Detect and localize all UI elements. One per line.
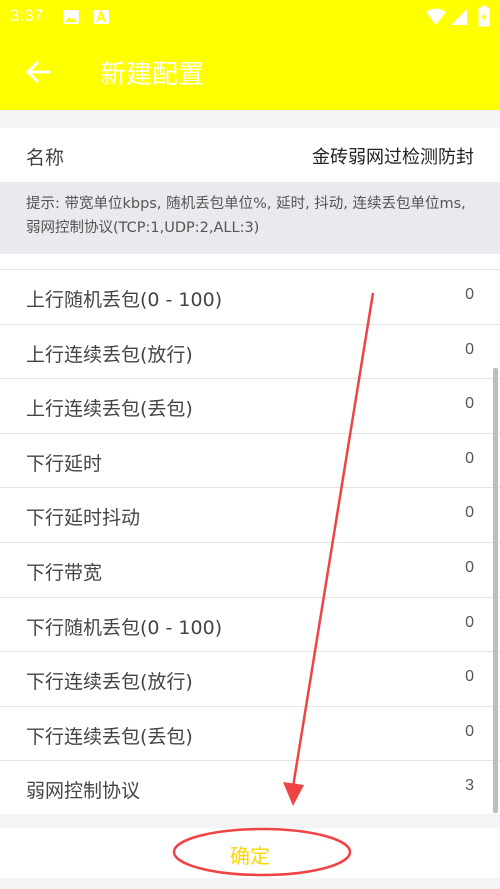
- settings-row[interactable]: 下行延时抖动 0: [0, 488, 500, 543]
- settings-row-value[interactable]: 3: [465, 777, 474, 795]
- settings-row[interactable]: 下行延时 0: [0, 434, 500, 489]
- hint-text: 提示: 带宽单位kbps, 随机丢包单位%, 延时, 抖动, 连续丢包单位ms,…: [0, 182, 500, 254]
- settings-row-label: 下行延时: [26, 452, 103, 475]
- back-arrow-icon[interactable]: [22, 56, 54, 88]
- confirm-button[interactable]: 确定: [0, 828, 500, 878]
- confirm-button-label: 确定: [230, 844, 270, 868]
- settings-row[interactable]: 弱网控制协议 3: [0, 761, 500, 814]
- settings-row-value[interactable]: 0: [465, 559, 474, 577]
- settings-row[interactable]: 上行连续丢包(丢包) 0: [0, 379, 500, 434]
- settings-list[interactable]: 上行随机丢包(0 - 100) 0 上行连续丢包(放行) 0 上行连续丢包(丢包) 0 下行…: [0, 254, 500, 814]
- signal-icon: [451, 9, 467, 25]
- settings-row-value[interactable]: 0: [465, 395, 474, 413]
- settings-row-label: 上行随机丢包(0 - 100): [26, 289, 223, 311]
- settings-row-value[interactable]: 0: [465, 668, 474, 686]
- image-icon: [63, 10, 79, 24]
- settings-row-label: 下行延时抖动: [26, 507, 141, 530]
- settings-row-label: 下行带宽: [26, 562, 103, 584]
- settings-row[interactable]: 上行随机丢包(0 - 100) 0: [0, 270, 500, 325]
- settings-row[interactable]: 下行连续丢包(丢包) 0: [0, 707, 500, 762]
- settings-row-value[interactable]: 0: [465, 341, 474, 359]
- status-time: 3:37: [10, 6, 44, 25]
- settings-row-value[interactable]: 0: [465, 450, 474, 468]
- settings-row-label: 下行连续丢包(丢包): [26, 725, 193, 748]
- app-bar: 新建配置: [0, 34, 500, 110]
- status-bar: 3:37: [0, 0, 500, 34]
- page-title: 新建配置: [100, 60, 205, 90]
- settings-row-value[interactable]: 0: [465, 286, 474, 304]
- settings-row-label: 上行连续丢包(丢包): [26, 398, 193, 421]
- settings-row[interactable]: 下行连续丢包(放行) 0: [0, 652, 500, 707]
- settings-row[interactable]: 上行连续丢包(放行) 0: [0, 325, 500, 380]
- partially-hidden-row: [0, 254, 500, 270]
- name-field-value[interactable]: 金砖弱网过检测防封: [312, 143, 474, 169]
- app-a-icon: [93, 9, 109, 24]
- settings-row-label: 下行随机丢包(0 - 100): [26, 616, 223, 639]
- settings-row-label: 下行连续丢包(放行): [26, 671, 193, 694]
- scrollbar[interactable]: [493, 368, 498, 813]
- settings-row[interactable]: 下行带宽 0: [0, 543, 500, 598]
- settings-row-label: 弱网控制协议: [26, 780, 141, 803]
- settings-row[interactable]: 下行随机丢包(0 - 100) 0: [0, 598, 500, 653]
- settings-row-value[interactable]: 0: [465, 614, 474, 632]
- settings-row-value[interactable]: 0: [465, 723, 474, 741]
- name-field-label: 名称: [26, 147, 65, 169]
- battery-icon: [478, 5, 490, 27]
- wifi-icon: [426, 8, 446, 25]
- settings-row-value[interactable]: 0: [465, 504, 474, 522]
- name-field-row[interactable]: 名称 金砖弱网过检测防封: [0, 128, 500, 182]
- settings-row-label: 上行连续丢包(放行): [26, 343, 193, 366]
